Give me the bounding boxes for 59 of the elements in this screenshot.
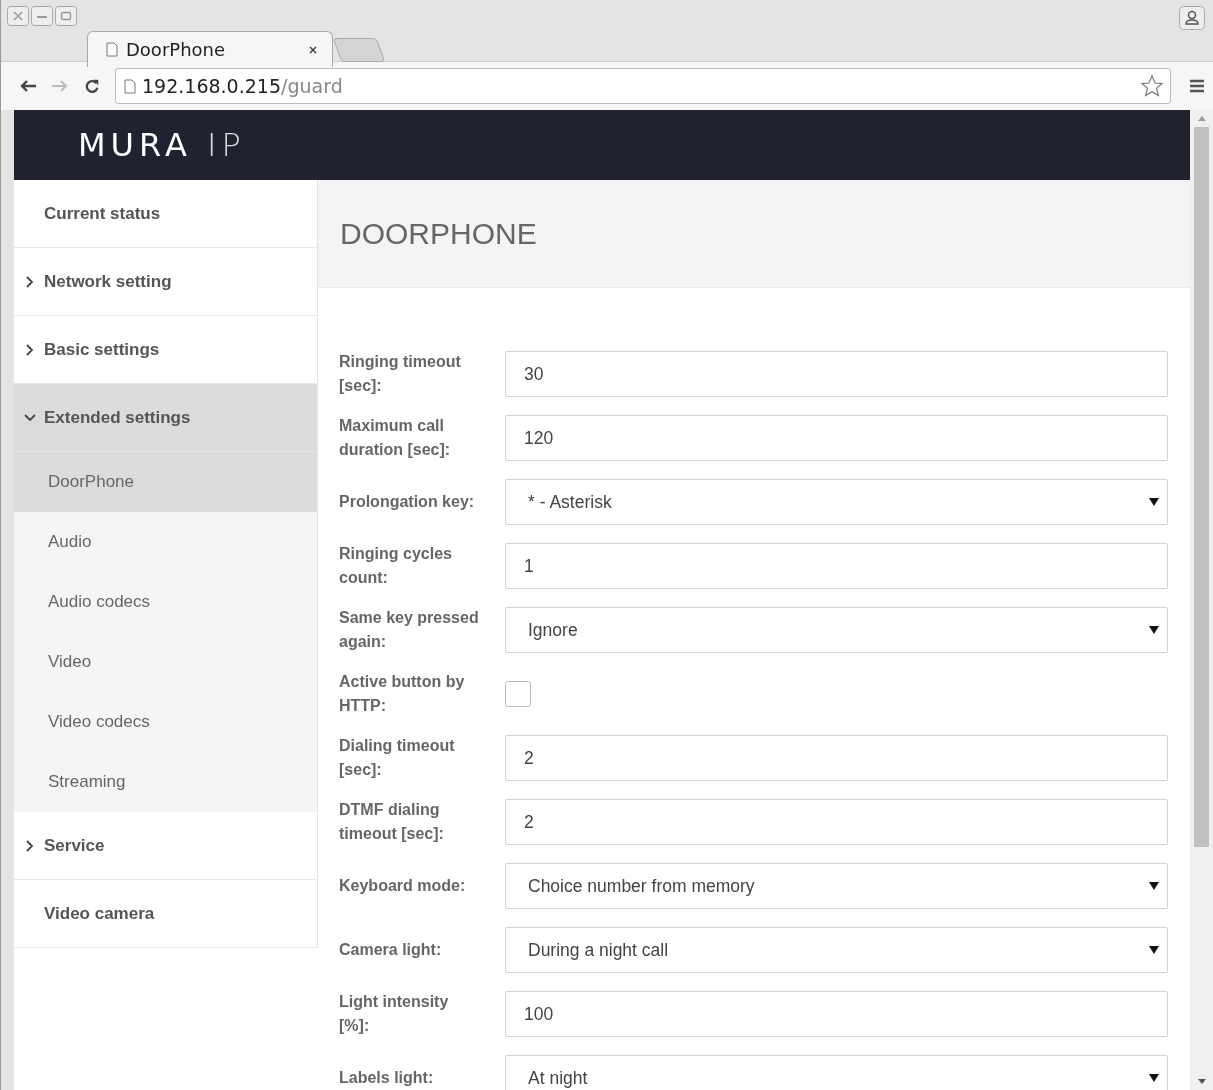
- sidebar-subitem[interactable]: Audio codecs: [14, 572, 317, 632]
- input-field[interactable]: 120: [505, 415, 1168, 461]
- scroll-down-icon[interactable]: [1197, 1079, 1206, 1084]
- reload-icon[interactable]: [83, 78, 101, 94]
- caret-icon: [1149, 498, 1159, 506]
- field-label: Maximum call duration [sec]:: [339, 416, 452, 460]
- sidebar-subitem[interactable]: Streaming: [14, 752, 317, 812]
- caret-icon: [1149, 946, 1159, 954]
- address-bar[interactable]: 192.168.0.215/guard: [115, 68, 1171, 104]
- chevron-right-icon: [24, 839, 36, 852]
- sidebar-subitem[interactable]: Video: [14, 632, 317, 692]
- dropdown[interactable]: Ignore: [505, 607, 1168, 653]
- caret-icon: [1149, 626, 1159, 634]
- field-label: Ringing timeout [sec]:: [339, 352, 462, 396]
- sidebar-item[interactable]: Extended settings: [14, 384, 317, 452]
- input-field[interactable]: 100: [505, 991, 1168, 1037]
- field-label: Labels light:: [339, 1068, 435, 1088]
- field-label: DTMF dialing timeout [sec]:: [339, 800, 445, 844]
- new-tab-button[interactable]: [332, 38, 386, 62]
- dropdown[interactable]: Choice number from memory: [505, 863, 1168, 909]
- scroll-up-icon[interactable]: [1197, 116, 1206, 121]
- input-field[interactable]: 1: [505, 543, 1168, 589]
- input-field[interactable]: 2: [505, 735, 1168, 781]
- brand-logo: MURA IP: [78, 126, 246, 164]
- field-label: Camera light:: [339, 940, 443, 960]
- chevron-right-icon: [24, 275, 36, 288]
- caret-icon: [1149, 1074, 1159, 1082]
- page-icon: [106, 42, 118, 57]
- field-label: Keyboard mode:: [339, 876, 467, 896]
- page-icon: [124, 78, 136, 94]
- person-icon[interactable]: [1179, 6, 1205, 30]
- browser-tab[interactable]: DoorPhone: [87, 31, 333, 67]
- minimize-icon[interactable]: [31, 6, 53, 26]
- sidebar-subitem[interactable]: DoorPhone: [14, 452, 317, 512]
- input-field[interactable]: 30: [505, 351, 1168, 397]
- dropdown[interactable]: During a night call: [505, 927, 1168, 973]
- forward-arrow-icon[interactable]: [51, 78, 69, 94]
- chevron-right-icon: [24, 343, 36, 356]
- checkbox[interactable]: [505, 681, 531, 707]
- field-label: Active button by HTTP:: [339, 672, 466, 716]
- page-title: DOORPHONE: [340, 216, 537, 251]
- field-label: Ringing cycles count:: [339, 544, 453, 588]
- chevron-down-icon: [24, 411, 36, 424]
- field-label: Same key pressed again:: [339, 608, 480, 652]
- menu-icon[interactable]: [1189, 79, 1205, 93]
- back-arrow-icon[interactable]: [19, 78, 37, 94]
- star-icon[interactable]: [1140, 74, 1164, 98]
- dropdown[interactable]: * - Asterisk: [505, 479, 1168, 525]
- caret-icon: [1149, 882, 1159, 890]
- field-label: Light intensity [%]:: [339, 992, 450, 1036]
- maximize-icon[interactable]: [55, 6, 77, 26]
- sidebar-subitem[interactable]: Video codecs: [14, 692, 317, 752]
- field-label: Dialing timeout [sec]:: [339, 736, 456, 780]
- input-field[interactable]: 2: [505, 799, 1168, 845]
- dropdown[interactable]: At night: [505, 1055, 1168, 1090]
- field-label: Prolongation key:: [339, 492, 476, 512]
- scrollbar[interactable]: [1190, 110, 1213, 1090]
- sidebar-subitem[interactable]: Audio: [14, 512, 317, 572]
- close-icon[interactable]: [308, 44, 318, 55]
